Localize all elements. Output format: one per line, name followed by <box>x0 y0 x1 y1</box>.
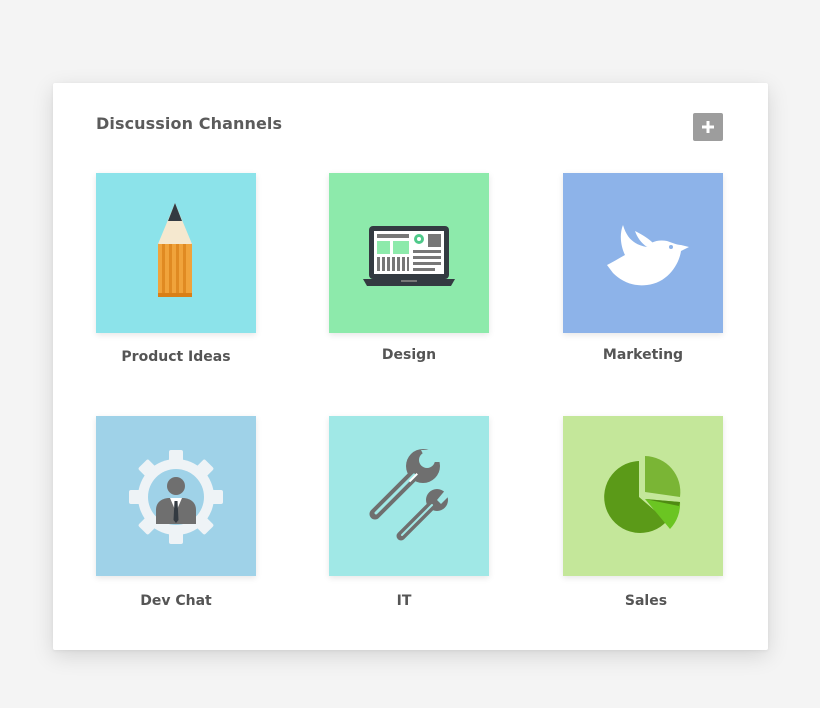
pencil-icon <box>158 203 192 297</box>
laptop-icon <box>363 226 455 286</box>
card-title: Discussion Channels <box>96 114 283 133</box>
plus-icon <box>702 121 714 133</box>
channel-tile-design[interactable] <box>329 173 489 333</box>
bird-icon <box>607 225 689 286</box>
channel-tile-product-ideas[interactable] <box>96 173 256 333</box>
channel-tile-sales[interactable] <box>563 416 723 576</box>
channel-label-dev-chat[interactable]: Dev Chat <box>76 593 276 609</box>
gear-person-icon <box>129 450 223 544</box>
channel-label-product-ideas[interactable]: Product Ideas <box>76 349 276 365</box>
channel-tile-it[interactable] <box>329 416 489 576</box>
channel-tile-marketing[interactable] <box>563 173 723 333</box>
channel-label-design[interactable]: Design <box>309 347 509 363</box>
channel-label-sales[interactable]: Sales <box>546 593 746 609</box>
add-channel-button[interactable] <box>693 113 723 141</box>
channel-label-marketing[interactable]: Marketing <box>543 347 743 363</box>
channel-label-it[interactable]: IT <box>304 593 504 609</box>
channel-tile-dev-chat[interactable] <box>96 416 256 576</box>
channels-card: Discussion Channels Product Ideas Design… <box>53 83 768 650</box>
pie-chart-icon <box>604 456 681 533</box>
wrench-icon <box>369 449 451 541</box>
